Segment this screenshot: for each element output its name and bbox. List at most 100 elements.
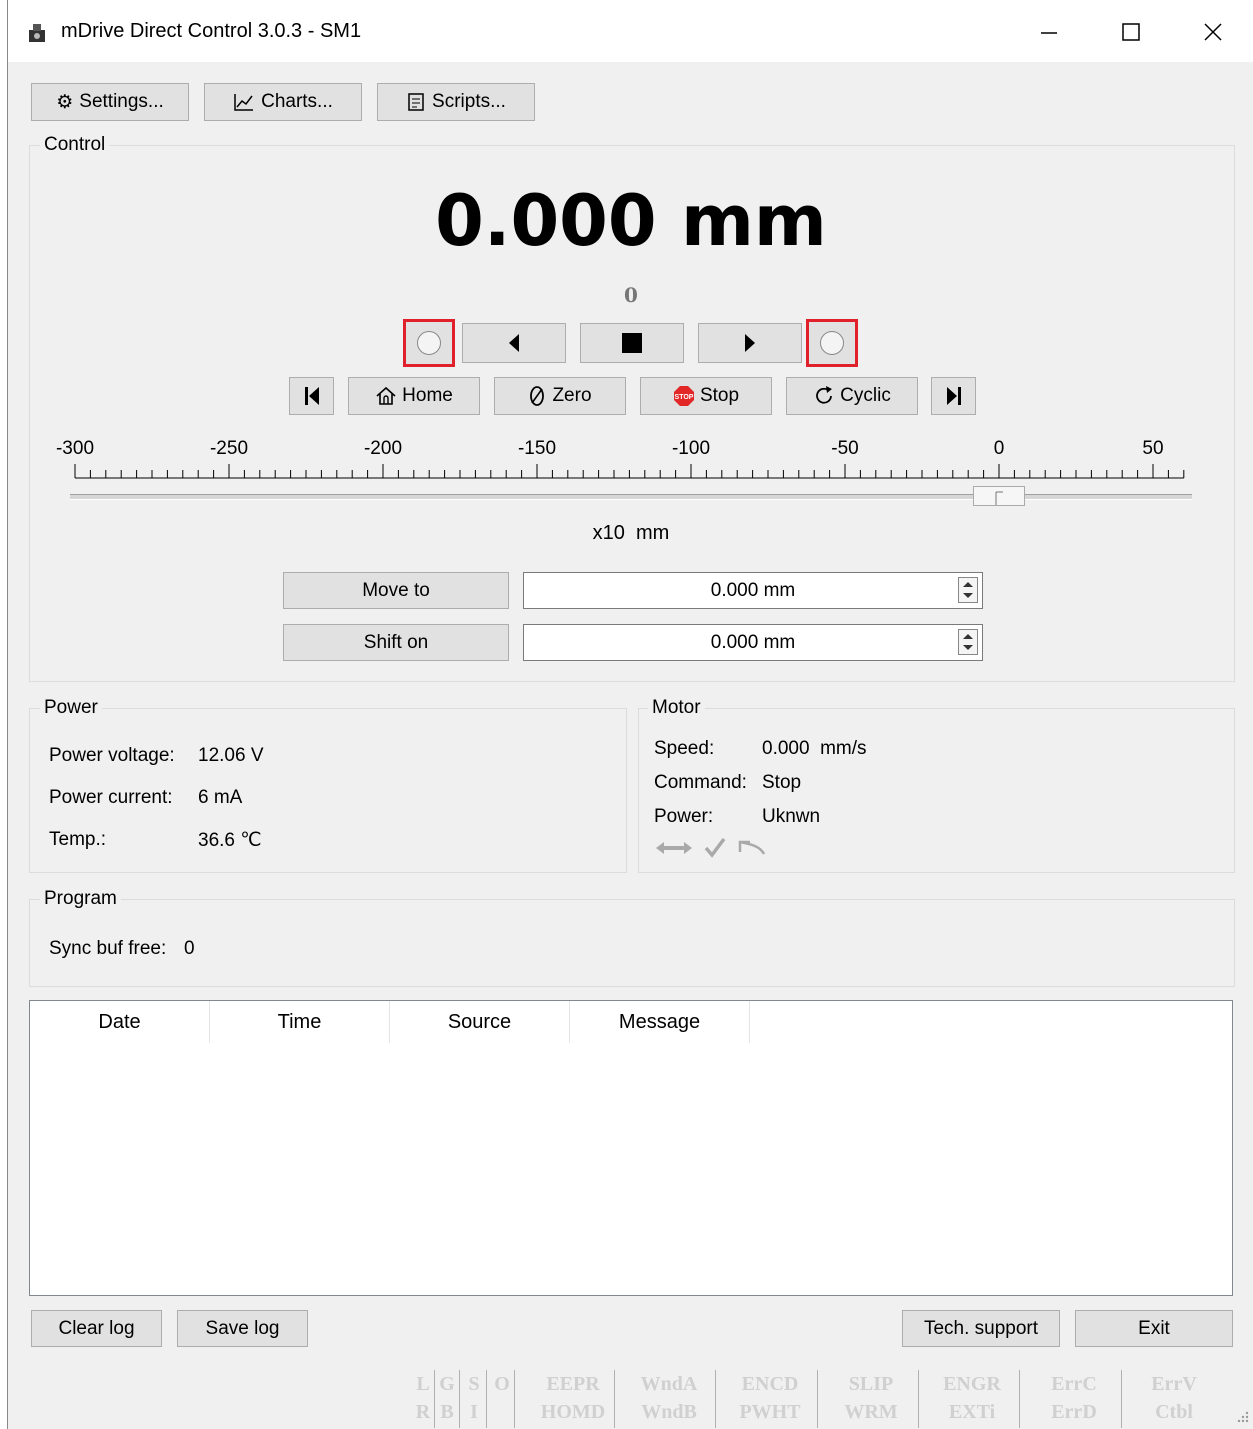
close-icon bbox=[1204, 23, 1222, 41]
program-group-label: Program bbox=[40, 888, 121, 910]
minimize-button[interactable] bbox=[1024, 10, 1074, 54]
column-header-source[interactable]: Source bbox=[390, 1001, 570, 1043]
steps-display: 0 bbox=[624, 283, 638, 307]
move-to-input[interactable]: 0.000 mm bbox=[523, 572, 983, 609]
title-bar: mDrive Direct Control 3.0.3 - SM1 bbox=[8, 0, 1253, 62]
status-flag-bottom: ErrD bbox=[1051, 1401, 1097, 1423]
slider-handle[interactable] bbox=[973, 486, 1025, 506]
ruler-tick-label: -100 bbox=[671, 438, 711, 459]
stop-move-button[interactable] bbox=[580, 323, 684, 363]
cyclic-button[interactable]: Cyclic bbox=[786, 377, 918, 415]
date-header-label: Date bbox=[98, 1010, 141, 1033]
clear-log-label: Clear log bbox=[58, 1317, 135, 1339]
status-flag: LR bbox=[413, 1370, 433, 1428]
refresh-icon bbox=[816, 386, 833, 404]
close-button[interactable] bbox=[1188, 10, 1238, 54]
move-to-value: 0.000 mm bbox=[710, 579, 796, 601]
home-button[interactable]: Home bbox=[348, 377, 480, 415]
status-flag-top: ErrC bbox=[1051, 1373, 1097, 1395]
zero-label: Zero bbox=[552, 385, 592, 406]
move-left-button[interactable] bbox=[462, 323, 566, 363]
status-flag-bottom: HOMD bbox=[540, 1401, 606, 1423]
move-to-button[interactable]: Move to bbox=[283, 572, 509, 609]
status-separator bbox=[514, 1370, 515, 1428]
maximize-icon bbox=[1122, 23, 1140, 41]
status-flag: O bbox=[491, 1370, 513, 1428]
zero-button[interactable]: Zero bbox=[494, 377, 626, 415]
status-flag: SI bbox=[463, 1370, 485, 1428]
right-limit-icon bbox=[820, 331, 844, 355]
tech-support-button[interactable]: Tech. support bbox=[902, 1310, 1060, 1347]
resize-grip-icon[interactable] bbox=[1236, 1410, 1250, 1424]
exit-button[interactable]: Exit bbox=[1075, 1310, 1233, 1347]
status-flag: GB bbox=[436, 1370, 458, 1428]
left-limit-indicator bbox=[403, 319, 455, 367]
shift-on-input[interactable]: 0.000 mm bbox=[523, 624, 983, 661]
charts-button[interactable]: Charts... bbox=[204, 83, 362, 121]
slider-thumb-icon bbox=[973, 486, 1025, 506]
column-header-date[interactable]: Date bbox=[30, 1001, 210, 1043]
double-arrow-icon bbox=[656, 842, 692, 854]
status-flag-bottom: WndB bbox=[641, 1401, 697, 1423]
scripts-label: Scripts... bbox=[432, 91, 506, 112]
ruler-tick-label: -300 bbox=[55, 438, 95, 459]
column-header-time[interactable]: Time bbox=[210, 1001, 390, 1043]
move-to-label: Move to bbox=[362, 579, 430, 601]
temperature-value: 36.6 ℃ bbox=[198, 830, 262, 851]
shift-on-label: Shift on bbox=[363, 631, 429, 653]
status-separator bbox=[817, 1370, 818, 1428]
stop-button[interactable]: STOP Stop bbox=[640, 377, 772, 415]
status-separator bbox=[1121, 1370, 1122, 1428]
triangle-right-icon bbox=[745, 334, 755, 352]
zero-icon bbox=[530, 386, 545, 406]
time-header-label: Time bbox=[277, 1010, 322, 1033]
move-right-button[interactable] bbox=[698, 323, 802, 363]
speed-label: Speed: bbox=[654, 738, 715, 759]
status-flag-bottom: I bbox=[470, 1401, 478, 1423]
status-separator bbox=[715, 1370, 716, 1428]
program-group bbox=[29, 899, 1235, 987]
log-table[interactable]: Date Time Source Message bbox=[29, 1000, 1233, 1296]
speed-value: 0.000 mm/s bbox=[762, 738, 867, 759]
column-header-message[interactable]: Message bbox=[570, 1001, 750, 1043]
status-flag-top: S bbox=[468, 1373, 480, 1395]
power-current-value: 6 mA bbox=[198, 787, 243, 808]
settings-label: Settings... bbox=[79, 91, 164, 112]
status-flag: SLIP WRM bbox=[825, 1370, 917, 1428]
status-flag-bottom: B bbox=[440, 1401, 454, 1423]
ruler-unit-label: x10 mm bbox=[592, 522, 670, 544]
ruler-tick-label: -200 bbox=[363, 438, 403, 459]
sync-buf-value: 0 bbox=[184, 938, 195, 959]
shift-on-button[interactable]: Shift on bbox=[283, 624, 509, 661]
status-flag-top: ENCD bbox=[741, 1373, 799, 1395]
clear-log-button[interactable]: Clear log bbox=[31, 1310, 162, 1347]
cyclic-label: Cyclic bbox=[840, 385, 891, 406]
window-title: mDrive Direct Control 3.0.3 - SM1 bbox=[61, 20, 362, 42]
right-limit-indicator bbox=[806, 319, 858, 367]
scripts-button[interactable]: Scripts... bbox=[377, 83, 535, 121]
go-left-end-button[interactable] bbox=[289, 377, 334, 415]
skip-left-icon bbox=[304, 387, 319, 405]
position-display: 0.000 mm bbox=[435, 180, 827, 262]
tech-support-label: Tech. support bbox=[923, 1317, 1039, 1339]
gear-icon: ⚙ bbox=[56, 91, 74, 113]
home-icon bbox=[376, 386, 396, 405]
status-flag: ENGR EXTi bbox=[926, 1370, 1018, 1428]
stop-sign-icon: STOP bbox=[673, 386, 694, 406]
script-icon bbox=[408, 93, 424, 111]
power-voltage-label: Power voltage: bbox=[49, 745, 175, 766]
ruler-tick-label: 0 bbox=[993, 438, 1005, 459]
status-flag: EEPR HOMD bbox=[533, 1370, 613, 1428]
save-log-button[interactable]: Save log bbox=[177, 1310, 308, 1347]
settings-button[interactable]: ⚙ Settings... bbox=[31, 83, 189, 121]
move-to-spinner[interactable] bbox=[958, 577, 978, 603]
shift-on-spinner[interactable] bbox=[958, 629, 978, 655]
motor-power-label: Power: bbox=[654, 806, 714, 827]
ruler-tick-label: -50 bbox=[831, 438, 859, 459]
maximize-button[interactable] bbox=[1106, 10, 1156, 54]
sync-buf-label: Sync buf free: bbox=[49, 938, 167, 959]
message-header-label: Message bbox=[618, 1010, 701, 1033]
go-right-end-button[interactable] bbox=[931, 377, 976, 415]
minimize-icon bbox=[1041, 32, 1057, 34]
status-flag: ErrC ErrD bbox=[1028, 1370, 1120, 1428]
